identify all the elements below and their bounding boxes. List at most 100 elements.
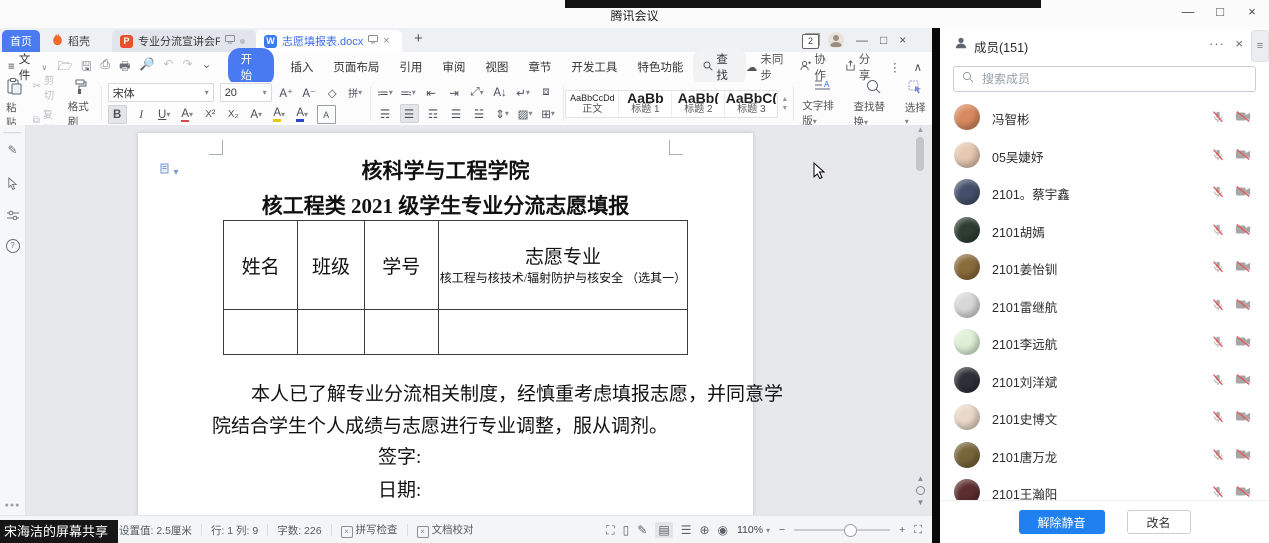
format-painter-button[interactable]: 格式刷 (62, 79, 99, 129)
menu-tab-review[interactable]: 审阅 (442, 59, 465, 75)
find-replace-button[interactable]: 查找替换▾ (847, 82, 898, 125)
meeting-minimize-button[interactable]: — (1179, 4, 1197, 19)
member-row[interactable]: 2101姜怡钏 (940, 248, 1269, 286)
menu-tab-section[interactable]: 章节 (528, 59, 551, 75)
collapse-ribbon-icon[interactable]: ∧ (914, 60, 922, 74)
cell-student-id[interactable] (364, 310, 438, 355)
style-normal[interactable]: AaBbCcDd 正文 (566, 91, 619, 117)
export-icon[interactable]: 🖶 (119, 57, 130, 78)
table-empty-row[interactable] (224, 310, 688, 355)
settings-sliders-icon[interactable] (0, 209, 25, 223)
camera-off-icon[interactable] (1235, 298, 1251, 316)
menu-tab-view[interactable]: 视图 (485, 59, 508, 75)
camera-off-icon[interactable] (1235, 335, 1251, 353)
fit-page-icon[interactable]: ⛶ (914, 524, 922, 537)
style-heading3[interactable]: AaBbC( 标题 3 (725, 91, 777, 117)
save-icon[interactable]: 🖫 (81, 57, 91, 78)
print-layout-icon[interactable]: ▤ (655, 522, 672, 538)
justify-button[interactable]: ☰ (448, 105, 465, 122)
decrease-indent-button[interactable]: ⇤ (423, 84, 440, 101)
camera-off-icon[interactable] (1235, 260, 1251, 278)
meeting-maximize-button[interactable]: □ (1211, 4, 1229, 19)
undo-icon[interactable]: ↶ (163, 57, 173, 78)
outline-view-icon[interactable]: ☰ (681, 523, 692, 537)
camera-off-icon[interactable] (1235, 373, 1251, 391)
grow-font-button[interactable]: A⁺ (278, 84, 295, 101)
style-heading2[interactable]: AaBb( 标题 2 (672, 91, 725, 117)
align-right-button[interactable]: ☶ (425, 105, 442, 122)
eye-protection-icon[interactable]: ◉ (718, 523, 728, 537)
account-avatar[interactable] (828, 32, 844, 48)
new-tab-button[interactable]: + (414, 30, 423, 47)
mic-muted-icon[interactable] (1211, 410, 1225, 429)
align-left-button[interactable]: ☴ (377, 105, 394, 122)
member-search-box[interactable] (953, 66, 1256, 92)
shading-button[interactable]: ▨▾ (517, 105, 534, 122)
cut-button[interactable]: ✂剪切 (33, 72, 58, 102)
phonetic-guide-button[interactable]: 拼▾ (347, 84, 364, 101)
word-count[interactable]: 字数: 226 (268, 523, 330, 538)
mic-muted-icon[interactable] (1211, 485, 1225, 500)
fullscreen-view-icon[interactable]: ⛶ (606, 523, 614, 538)
superscript-button[interactable]: X² (202, 106, 219, 123)
zoom-level[interactable]: 110% ▾ (737, 524, 770, 536)
window-count-badge[interactable]: 2 (802, 34, 819, 49)
cell-name[interactable] (224, 310, 298, 355)
sync-status[interactable]: ☁未同步 (746, 51, 788, 83)
annotate-pen-icon[interactable]: ✎ (0, 143, 25, 157)
print-preview-icon[interactable]: 🔎 (139, 57, 154, 78)
clear-format-button[interactable]: ◇ (324, 84, 341, 101)
member-row[interactable]: 冯智彬 (940, 98, 1269, 136)
camera-off-icon[interactable] (1235, 485, 1251, 500)
paste-button[interactable]: 粘贴 (0, 78, 29, 130)
camera-off-icon[interactable] (1235, 110, 1251, 128)
browse-object-icon[interactable] (916, 486, 925, 495)
tab-home[interactable]: 首页 (2, 30, 40, 52)
find-command[interactable]: 查找 (693, 48, 746, 86)
menu-tab-special-features[interactable]: 特色功能 (637, 59, 683, 75)
font-name-select[interactable]: 宋体▾ (108, 83, 214, 102)
mic-muted-icon[interactable] (1211, 448, 1225, 467)
paragraph-layout-button[interactable]: ⧈ (538, 84, 555, 101)
menu-tab-developer[interactable]: 开发工具 (571, 59, 617, 75)
members-more-button[interactable]: ··· (1209, 36, 1225, 51)
zoom-in-button[interactable]: + (899, 524, 905, 536)
mic-muted-icon[interactable] (1211, 260, 1225, 279)
strikethrough-button[interactable]: A▾ (179, 106, 196, 123)
mic-muted-icon[interactable] (1211, 110, 1225, 129)
wrap-marks-button[interactable]: ↵▾ (515, 84, 532, 101)
redo-icon[interactable]: ↷ (182, 57, 192, 78)
menu-tab-references[interactable]: 引用 (399, 59, 422, 75)
change-case-button[interactable]: A▾ (248, 106, 265, 123)
numbering-button[interactable]: ≕▾ (400, 84, 417, 101)
print-icon[interactable]: ⎙ (101, 57, 111, 78)
member-row[interactable]: 2101。蔡宇鑫 (940, 173, 1269, 211)
subscript-button[interactable]: X₂ (225, 106, 242, 123)
close-tab-icon[interactable]: × (383, 35, 389, 47)
camera-off-icon[interactable] (1235, 448, 1251, 466)
member-row[interactable]: 2101胡嫣 (940, 211, 1269, 249)
meeting-close-button[interactable]: × (1243, 4, 1261, 19)
zoom-out-button[interactable]: − (779, 524, 785, 536)
member-row[interactable]: 2101雷继航 (940, 286, 1269, 324)
styles-scroll-down-icon[interactable]: ▼ (781, 105, 788, 112)
pointer-icon[interactable] (0, 177, 25, 193)
bold-button[interactable]: B (108, 105, 127, 124)
borders-button[interactable]: ⊞▾ (540, 105, 557, 122)
panel-menu-button[interactable]: ≡ (1251, 30, 1269, 62)
member-row[interactable]: 2101王瀚阳 (940, 473, 1269, 500)
camera-off-icon[interactable] (1235, 223, 1251, 241)
unmute-button[interactable]: 解除静音 (1019, 510, 1105, 534)
mic-muted-icon[interactable] (1211, 373, 1225, 392)
char-shading-button[interactable]: A (317, 105, 336, 124)
cell-major[interactable] (438, 310, 687, 355)
camera-off-icon[interactable] (1235, 185, 1251, 203)
mic-muted-icon[interactable] (1211, 148, 1225, 167)
select-button[interactable]: 选择▾ (899, 82, 932, 125)
style-heading1[interactable]: AaBb 标题 1 (619, 91, 672, 117)
web-layout-icon[interactable]: ⊕ (699, 523, 709, 537)
zoom-slider-knob[interactable] (844, 524, 857, 537)
proofing-toggle[interactable]: ×文档校对 (408, 522, 483, 538)
volunteer-table[interactable]: 姓名 班级 学号 志愿专业 核工程与核技术/辐射防护与核安全 （选其一） (223, 220, 688, 355)
text-direction-button[interactable]: A↓ (492, 84, 509, 101)
